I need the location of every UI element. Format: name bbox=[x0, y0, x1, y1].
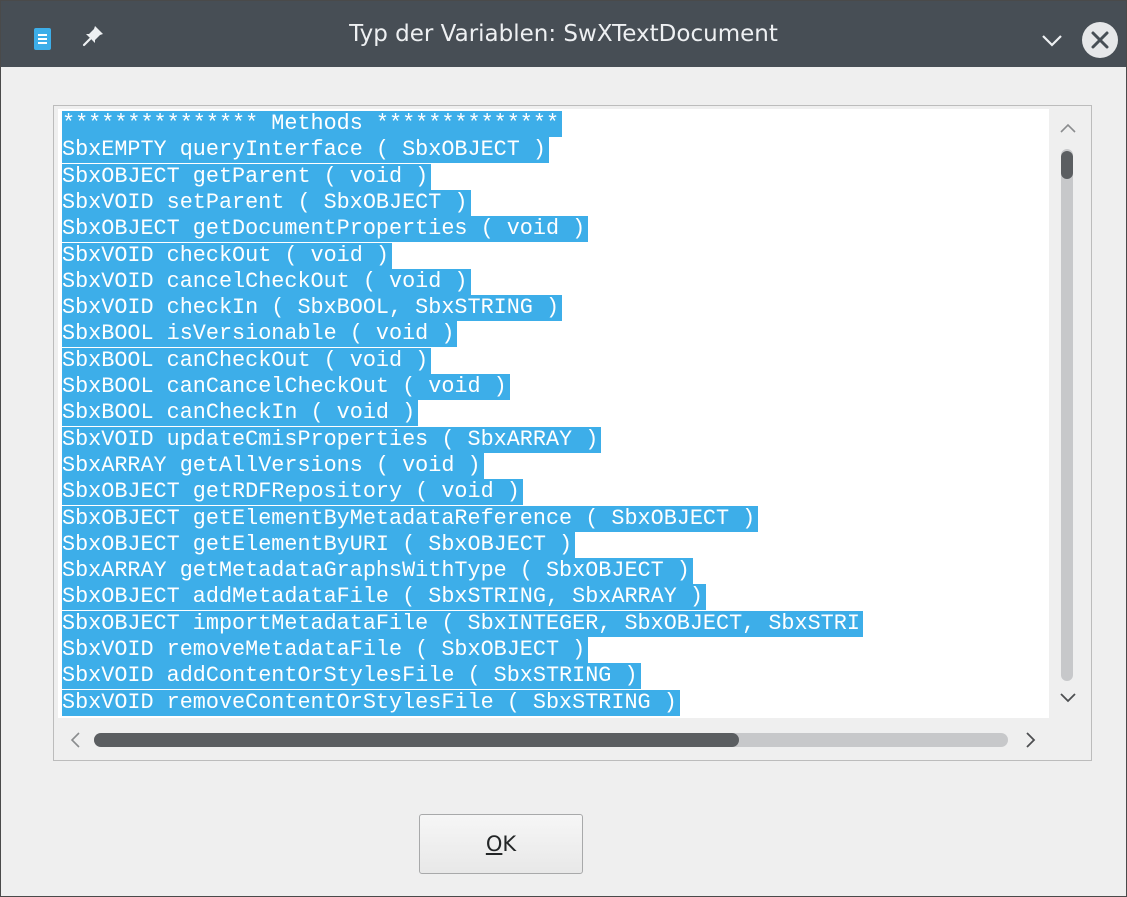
text-line[interactable]: SbxVOID cancelCheckOut ( void ) bbox=[62, 268, 471, 295]
text-line[interactable]: SbxOBJECT getElementByMetadataReference … bbox=[62, 505, 759, 532]
text-line[interactable]: SbxVOID setParent ( SbxOBJECT ) bbox=[62, 189, 471, 216]
horizontal-scroll-track[interactable] bbox=[94, 733, 1008, 747]
text-line[interactable]: SbxVOID removeMetadataFile ( SbxOBJECT ) bbox=[62, 637, 589, 663]
text-line[interactable]: SbxOBJECT getDocumentProperties ( void ) bbox=[62, 216, 589, 243]
text-line[interactable]: SbxVOID addContentOrStylesFile ( SbxSTRI… bbox=[62, 663, 641, 690]
title-bar[interactable]: Typ der Variablen: SwXTextDocument bbox=[1, 1, 1126, 67]
text-line[interactable]: SbxEMPTY queryInterface ( SbxOBJECT ) bbox=[62, 137, 549, 164]
vertical-scrollbar[interactable] bbox=[1056, 119, 1080, 709]
window-title: Typ der Variablen: SwXTextDocument bbox=[349, 21, 778, 47]
dialog-window: Typ der Variablen: SwXTextDocument *****… bbox=[0, 0, 1127, 897]
text-line[interactable]: SbxBOOL canCheckOut ( void ) bbox=[62, 347, 432, 374]
vertical-scroll-thumb[interactable] bbox=[1061, 151, 1073, 179]
text-line[interactable]: SbxOBJECT addMetadataFile ( SbxSTRING, S… bbox=[62, 584, 706, 611]
vertical-scroll-track[interactable] bbox=[1061, 149, 1073, 681]
ok-mnemonic: O bbox=[485, 832, 503, 856]
text-line[interactable]: SbxBOOL isVersionable ( void ) bbox=[62, 321, 458, 348]
scroll-down-icon[interactable] bbox=[1056, 689, 1080, 707]
close-button[interactable] bbox=[1082, 22, 1118, 58]
scroll-up-icon[interactable] bbox=[1056, 119, 1080, 137]
text-line[interactable]: SbxOBJECT getRDFRepository ( void ) bbox=[62, 479, 523, 506]
text-line[interactable]: SbxBOOL canCheckIn ( void ) bbox=[62, 400, 419, 427]
text-line[interactable]: SbxARRAY getMetadataGraphsWithType ( Sbx… bbox=[62, 558, 693, 585]
horizontal-scrollbar[interactable] bbox=[59, 726, 1054, 754]
text-line[interactable]: SbxOBJECT getParent ( void ) bbox=[62, 163, 432, 190]
methods-text-area[interactable]: *************** Methods ************** Sb… bbox=[58, 109, 1049, 718]
close-icon bbox=[1091, 31, 1109, 49]
text-line[interactable]: SbxVOID updateCmisProperties ( SbxARRAY … bbox=[62, 426, 602, 453]
text-line[interactable]: SbxOBJECT importMetadataFile ( SbxINTEGE… bbox=[62, 610, 863, 637]
variable-type-frame: *************** Methods ************** Sb… bbox=[53, 105, 1092, 761]
text-line[interactable]: SbxVOID removeContentOrStylesFile ( SbxS… bbox=[62, 689, 680, 716]
chevron-down-icon[interactable] bbox=[1038, 26, 1066, 54]
text-line[interactable]: SbxOBJECT getElementByURI ( SbxOBJECT ) bbox=[62, 531, 576, 558]
scroll-right-icon[interactable] bbox=[1021, 730, 1039, 750]
scroll-left-icon[interactable] bbox=[67, 730, 85, 750]
text-line[interactable]: SbxVOID checkIn ( SbxBOOL, SbxSTRING ) bbox=[62, 295, 563, 322]
ok-label-rest: K bbox=[502, 832, 517, 856]
ok-button[interactable]: OK bbox=[419, 814, 583, 874]
text-line[interactable]: *************** Methods ************** bbox=[62, 111, 563, 137]
horizontal-scroll-thumb[interactable] bbox=[94, 733, 739, 747]
text-line[interactable]: SbxBOOL canCancelCheckOut ( void ) bbox=[62, 374, 510, 400]
text-line[interactable]: SbxARRAY getAllVersions ( void ) bbox=[62, 452, 484, 479]
text-line[interactable]: SbxVOID checkOut ( void ) bbox=[62, 242, 393, 269]
